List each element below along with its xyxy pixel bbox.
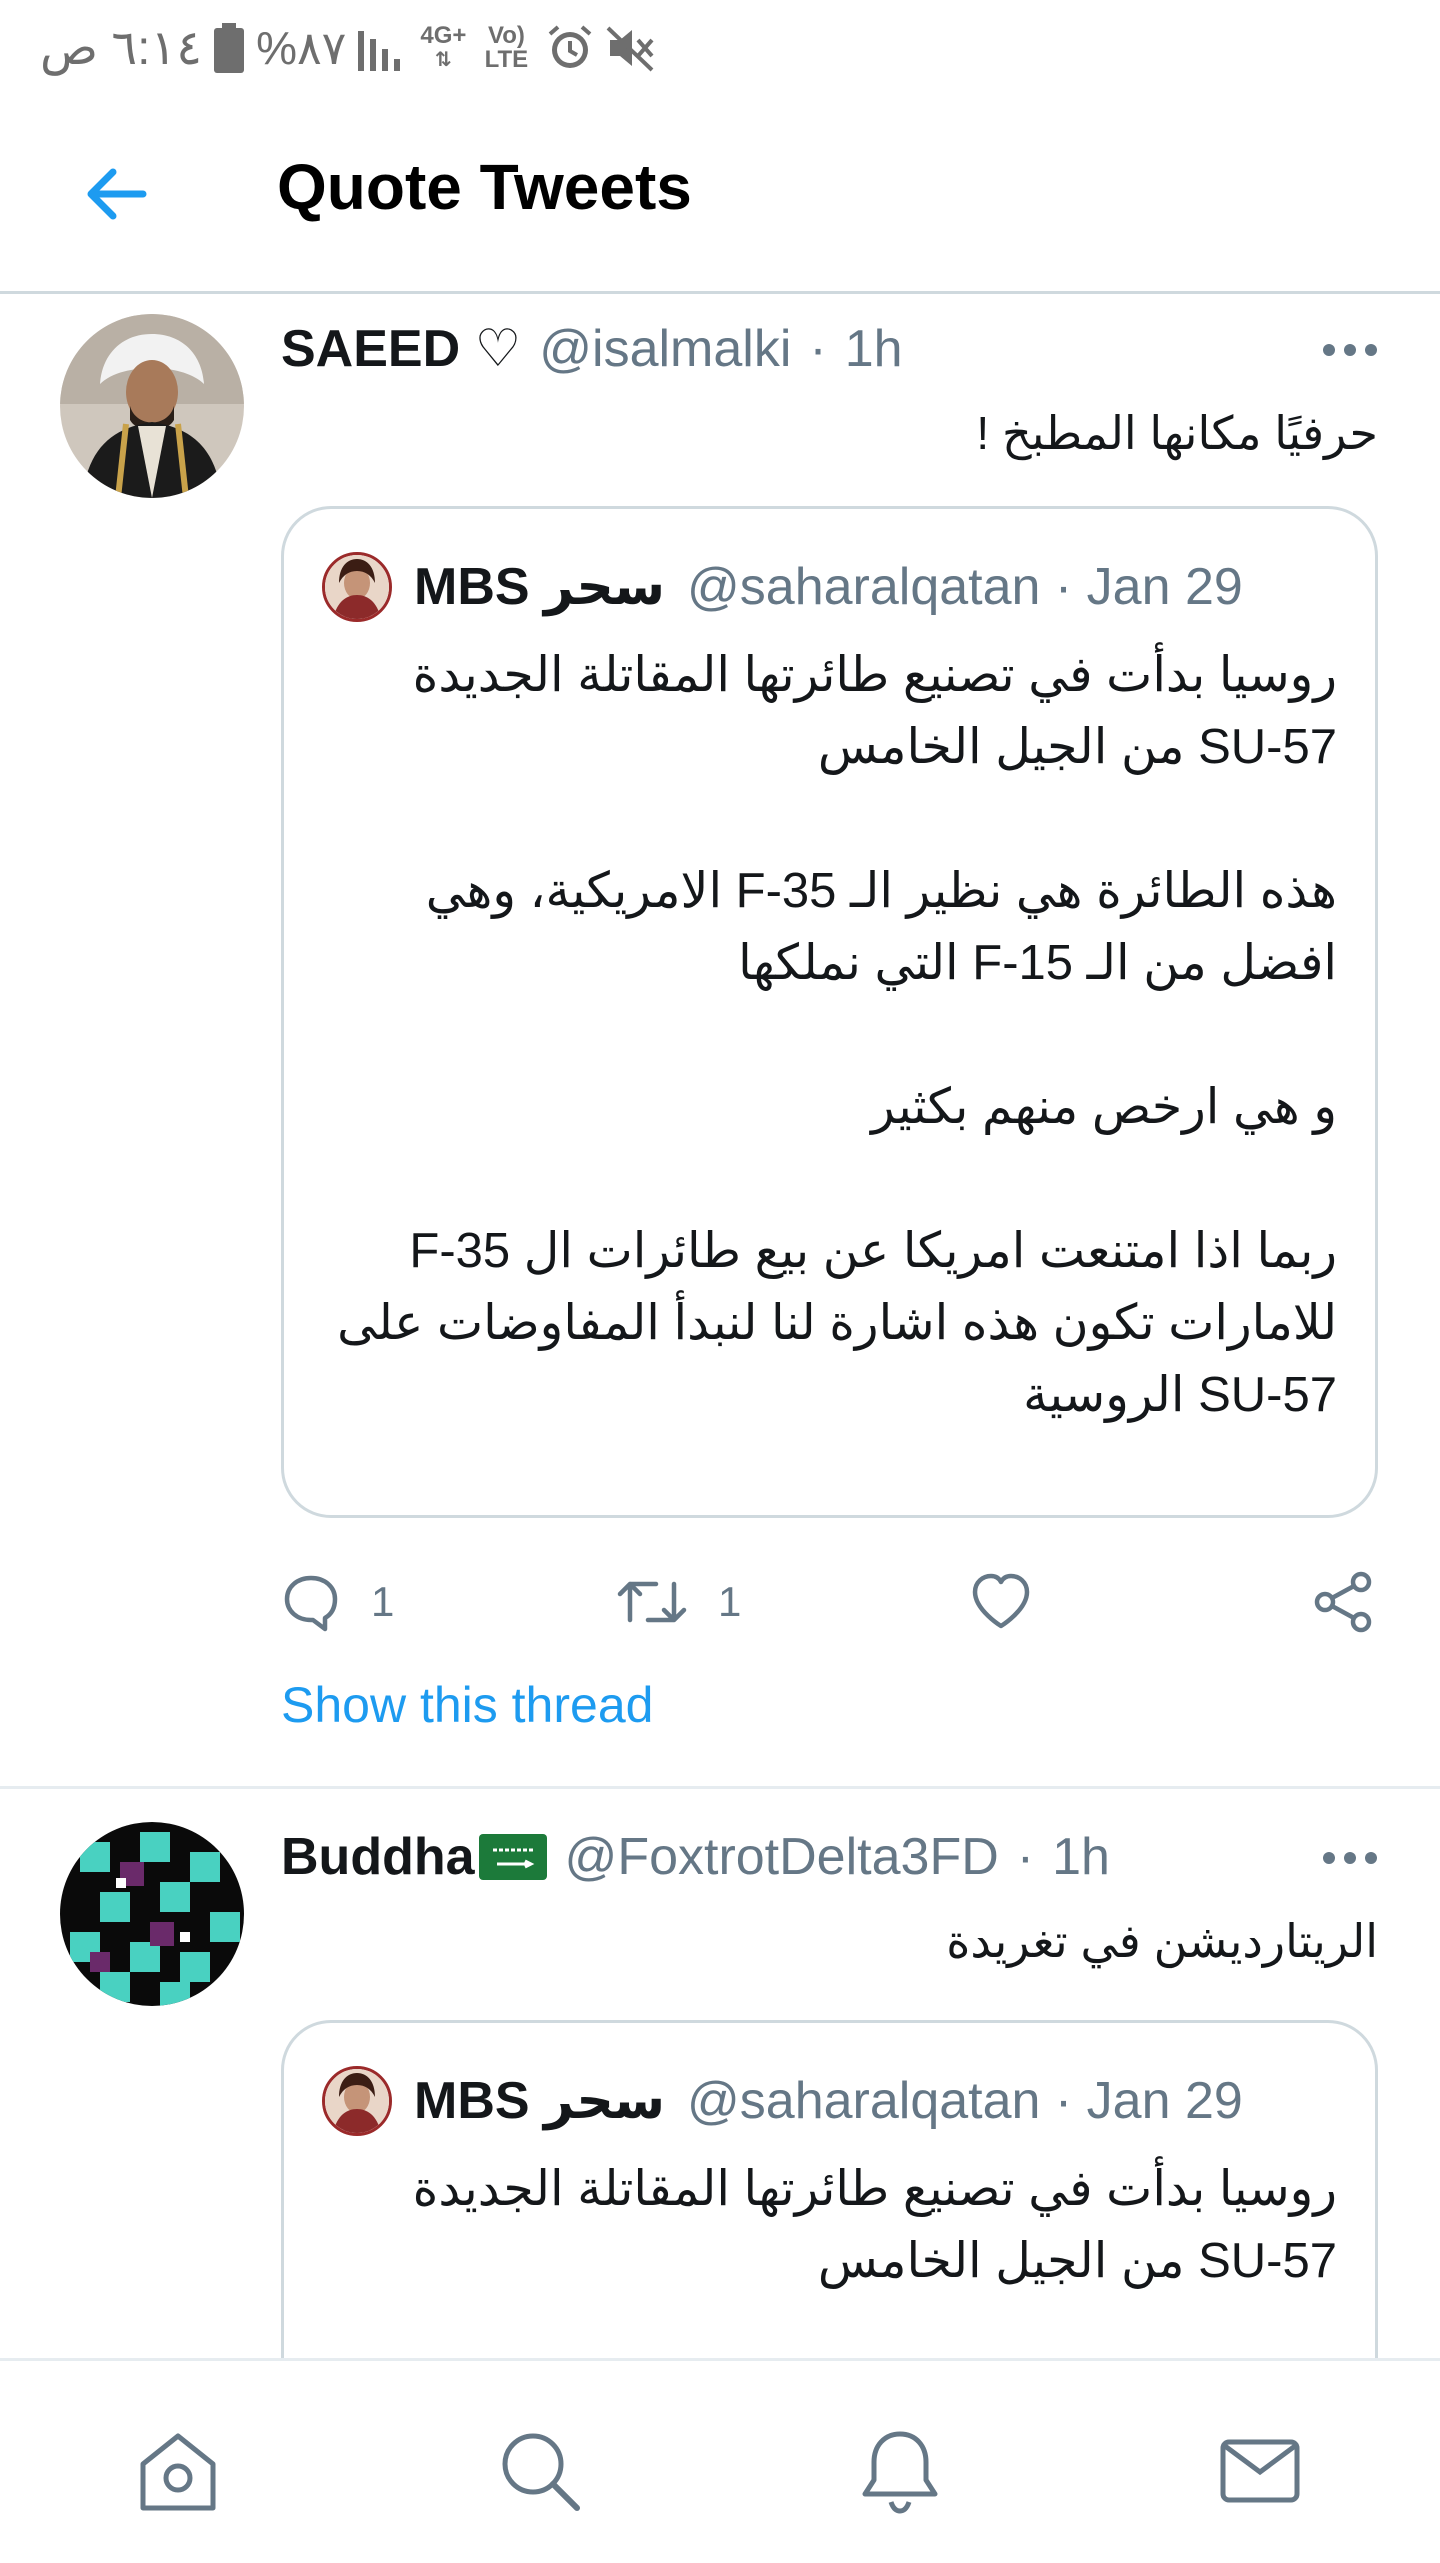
quoted-handle-date: @saharalqatan · Jan 29 bbox=[686, 558, 1243, 616]
separator-dot: · bbox=[809, 320, 827, 378]
signal-icon bbox=[358, 25, 408, 71]
quoted-display-name: سحر MBS bbox=[414, 2072, 665, 2130]
tweet-text: الريتارديشن في تغريدة bbox=[946, 1915, 1378, 1967]
nav-search[interactable] bbox=[490, 2421, 590, 2521]
alarm-icon bbox=[546, 24, 594, 72]
home-icon bbox=[133, 2426, 223, 2516]
volte-icon: Vo) LTE bbox=[484, 22, 529, 73]
messages-icon bbox=[1215, 2426, 1305, 2516]
notifications-icon bbox=[855, 2426, 945, 2516]
share-icon bbox=[1311, 1570, 1375, 1634]
tweet-divider bbox=[0, 1786, 1440, 1789]
retweet-button[interactable]: 1 bbox=[616, 1552, 741, 1652]
battery-percent: %٨٧ bbox=[256, 22, 347, 74]
quoted-paragraph: هذه الطائرة هي نظير الـ F-35 الامريكية، … bbox=[425, 864, 1337, 990]
bottom-navigation bbox=[0, 2358, 1440, 2563]
quoted-tweet-text: روسيا بدأت في تصنيع طائرتها المقاتلة الج… bbox=[337, 2153, 1337, 2297]
search-icon bbox=[495, 2426, 585, 2516]
page-title: Quote Tweets bbox=[277, 151, 692, 223]
quote-tweet-item[interactable]: SAEED ♡ @isalmalki · 1h حرفيًا مكانها ال… bbox=[0, 294, 1440, 1784]
status-time: ٦:١٤ ص bbox=[40, 22, 203, 75]
quoted-tweet-header: سحر MBS @saharalqatan · Jan 29 bbox=[322, 547, 1243, 627]
network-4g-icon: 4G+ ⇅ bbox=[420, 24, 466, 72]
quoted-paragraph: ربما اذا امتنعت امريكا عن بيع طائرات ال … bbox=[337, 1224, 1337, 1422]
nav-notifications[interactable] bbox=[850, 2421, 950, 2521]
arrow-left-icon bbox=[83, 168, 147, 220]
status-left: ٦:١٤ ص %٨٧ 4G+ ⇅ Vo) LTE bbox=[40, 18, 656, 78]
battery-icon bbox=[214, 23, 245, 73]
quoted-handle-date: @saharalqatan · Jan 29 bbox=[686, 2072, 1243, 2130]
retweet-count: 1 bbox=[718, 1578, 742, 1625]
tweet-text: حرفيًا مكانها المطبخ ! bbox=[976, 407, 1378, 459]
tweet-actions: 1 1 bbox=[281, 1552, 1391, 1652]
avatar[interactable] bbox=[60, 314, 244, 498]
network-label: 4G+ bbox=[420, 22, 467, 49]
quoted-paragraph: روسيا بدأت في تصنيع طائرتها المقاتلة الج… bbox=[412, 648, 1337, 774]
quoted-paragraph: و هي ارخص منهم بكثير bbox=[871, 1080, 1337, 1134]
avatar[interactable] bbox=[60, 1822, 244, 2006]
saudi-flag-icon bbox=[478, 1834, 547, 1880]
more-options-button[interactable] bbox=[1310, 1828, 1390, 1888]
quoted-tweet[interactable]: سحر MBS @saharalqatan · Jan 29 روسيا بدأ… bbox=[281, 506, 1378, 1518]
more-horizontal-icon bbox=[1322, 1851, 1378, 1865]
quoted-tweet-header: سحر MBS @saharalqatan · Jan 29 bbox=[322, 2061, 1243, 2141]
user-handle[interactable]: @FoxtrotDelta3FD bbox=[565, 1827, 999, 1887]
quoted-avatar[interactable] bbox=[322, 552, 392, 622]
separator-dot: · bbox=[1016, 1828, 1035, 1886]
user-handle[interactable]: @isalmalki bbox=[539, 319, 791, 379]
display-name[interactable]: Buddha bbox=[281, 1827, 475, 1887]
quoted-tweet-text: روسيا بدأت في تصنيع طائرتها المقاتلة الج… bbox=[337, 639, 1337, 1431]
nav-home[interactable] bbox=[128, 2421, 228, 2521]
app-header: Quote Tweets bbox=[0, 98, 1440, 290]
tweet-header: SAEED ♡ @isalmalki · 1h bbox=[281, 314, 903, 384]
mute-icon bbox=[606, 24, 656, 72]
tweet-time[interactable]: 1h bbox=[845, 319, 903, 379]
reply-button[interactable]: 1 bbox=[281, 1552, 394, 1652]
tweet-header: Buddha @FoxtrotDelta3FD · 1h bbox=[281, 1822, 1110, 1892]
tweet-time[interactable]: 1h bbox=[1052, 1827, 1110, 1887]
share-button[interactable] bbox=[1311, 1552, 1375, 1652]
quote-tweet-item[interactable]: Buddha @FoxtrotDelta3FD · 1h الريتارديشن… bbox=[0, 1810, 1440, 2440]
reply-icon bbox=[281, 1572, 341, 1632]
quoted-paragraph: روسيا بدأت في تصنيع طائرتها المقاتلة الج… bbox=[412, 2162, 1337, 2288]
nav-messages[interactable] bbox=[1210, 2421, 1310, 2521]
heart-icon bbox=[969, 1572, 1033, 1632]
quoted-display-name: سحر MBS bbox=[414, 558, 665, 616]
data-arrows: ⇅ bbox=[435, 49, 452, 71]
more-horizontal-icon bbox=[1322, 343, 1378, 357]
like-button[interactable] bbox=[969, 1552, 1033, 1652]
reply-count: 1 bbox=[371, 1578, 395, 1625]
retweet-icon bbox=[616, 1572, 688, 1632]
show-thread-link[interactable]: Show this thread bbox=[281, 1676, 653, 1734]
status-bar: ٦:١٤ ص %٨٧ 4G+ ⇅ Vo) LTE bbox=[0, 0, 1440, 98]
more-options-button[interactable] bbox=[1310, 320, 1390, 380]
back-button[interactable] bbox=[70, 154, 160, 234]
quoted-avatar[interactable] bbox=[322, 2066, 392, 2136]
display-name[interactable]: SAEED ♡ bbox=[281, 319, 521, 379]
